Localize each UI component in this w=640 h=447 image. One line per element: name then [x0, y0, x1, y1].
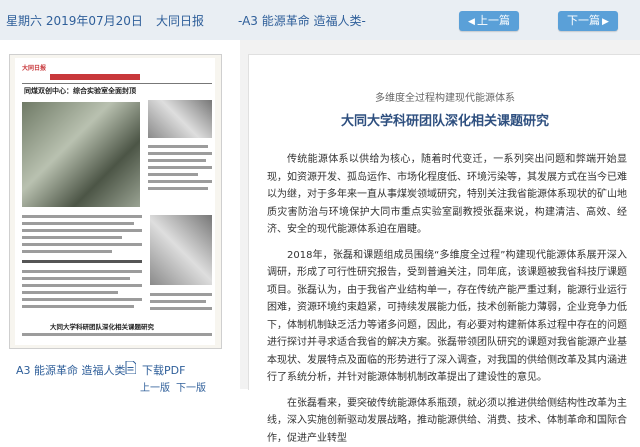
- prev-article-button[interactable]: ◀上一篇: [459, 11, 519, 31]
- section-title: -A3 能源革命 造福人类-: [238, 12, 366, 29]
- issue-date: 星期六 2019年07月20日: [6, 12, 143, 29]
- next-article-button[interactable]: 下一篇▶: [558, 11, 618, 31]
- chevron-right-icon: ▶: [602, 17, 609, 27]
- prev-article-label: 上一篇: [477, 14, 510, 27]
- next-page-link[interactable]: 下一版: [176, 379, 206, 394]
- newspaper-name[interactable]: 大同日报: [156, 12, 204, 29]
- pdf-icon[interactable]: [125, 361, 136, 374]
- top-bar: 星期六 2019年07月20日 大同日报 -A3 能源革命 造福人类- ◀上一篇…: [0, 0, 640, 40]
- chevron-left-icon: ◀: [468, 17, 475, 27]
- page-thumbnail-panel: 大同日报 同煤双创中心：综合实验室全面封顶 大同大学科研团队深化相关课题研究 A…: [0, 40, 240, 389]
- next-article-label: 下一篇: [567, 14, 600, 27]
- thumb-photo: [150, 215, 212, 285]
- thumb-headline-2: 大同大学科研团队深化相关课题研究: [50, 321, 154, 331]
- download-pdf-link[interactable]: 下载PDF: [142, 362, 185, 378]
- page-label-link[interactable]: A3 能源革命 造福人类: [16, 362, 126, 378]
- article-paragraph: 传统能源体系以供给为核心，随着时代变迁，一系列突出问题和弊端开始显现，如资源开发…: [267, 151, 627, 239]
- thumb-photo: [148, 100, 212, 138]
- article-paragraph: 在张磊看来，要突破传统能源体系瓶颈，就必须以推进供给侧结构性改革为主线，深入实施…: [267, 395, 627, 447]
- prev-page-link[interactable]: 上一版: [140, 379, 170, 394]
- thumb-masthead: 大同日报: [22, 63, 46, 72]
- article-subtitle: 多维度全过程构建现代能源体系: [249, 89, 640, 104]
- thumb-photo: [22, 102, 140, 207]
- article-content: 多维度全过程构建现代能源体系 大同大学科研团队深化相关课题研究 传统能源体系以供…: [248, 54, 640, 390]
- article-body: 传统能源体系以供给为核心，随着时代变迁，一系列突出问题和弊端开始显现，如资源开发…: [267, 151, 627, 447]
- article-title: 大同大学科研团队深化相关课题研究: [249, 110, 640, 129]
- thumb-headline-1: 同煤双创中心：综合实验室全面封顶: [24, 86, 136, 96]
- article-paragraph: 2018年，张磊和课题组成员围绕“多维度全过程”构建现代能源体系展开深入调研，形…: [267, 247, 627, 387]
- article-panel: 多维度全过程构建现代能源体系 大同大学科研团队深化相关课题研究 传统能源体系以供…: [240, 40, 640, 389]
- page-thumbnail[interactable]: 大同日报 同煤双创中心：综合实验室全面封顶 大同大学科研团队深化相关课题研究: [9, 54, 222, 349]
